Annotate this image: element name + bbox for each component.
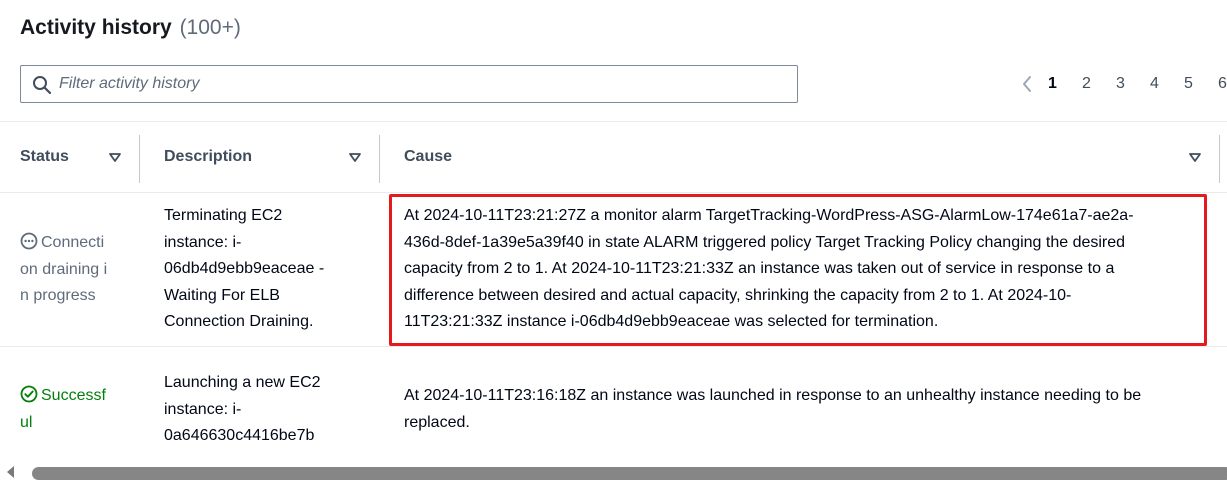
status-successful: Successf ul [20, 383, 140, 436]
check-circle-icon [20, 385, 38, 403]
cause-cell: At 2024-10-11T23:16:18Z an instance was … [404, 383, 1214, 436]
table-row: Connecti on draining i n progress Termin… [0, 193, 1227, 347]
cause-line: At 2024-10-11T23:16:18Z an instance was … [404, 387, 1142, 404]
column-label-description: Description [164, 148, 253, 165]
status-text-line: Connecti [41, 234, 105, 251]
description-line: Connection Draining. [164, 313, 314, 330]
column-label-cause: Cause [404, 148, 453, 165]
description-line: Launching a new EC2 [164, 374, 321, 391]
status-text-line: on draining i [20, 260, 108, 278]
scroll-left-arrow-icon[interactable] [7, 466, 14, 478]
title-text: Activity history [20, 16, 172, 39]
cause-line: difference between desired and actual ca… [404, 286, 1072, 304]
status-cell: Successf ul [20, 383, 140, 436]
sort-filter-caret-icon[interactable] [349, 153, 361, 162]
page-1-button[interactable]: 1 [1048, 75, 1082, 93]
pagination: 1 2 3 4 5 6 [1016, 72, 1227, 96]
column-header-status[interactable]: Status [20, 122, 130, 192]
scrollbar-thumb[interactable] [32, 467, 1227, 480]
horizontal-scrollbar[interactable] [0, 460, 1227, 486]
page-6-button[interactable]: 6 [1218, 75, 1227, 93]
ellipsis-circle-icon [20, 232, 38, 250]
page-4-button[interactable]: 4 [1150, 75, 1184, 93]
status-text-line: Successf [41, 387, 106, 404]
page-5-button[interactable]: 5 [1184, 75, 1218, 93]
column-label-status: Status [20, 148, 69, 165]
description-cell: Terminating EC2 instance: i- 06db4d9ebb9… [164, 203, 374, 336]
search-icon [33, 76, 52, 95]
cause-line: At 2024-10-11T23:21:27Z a monitor alarm … [404, 207, 1134, 224]
description-line: instance: i- [164, 233, 242, 251]
cause-line: 436d-8def-1a39e5a39f40 in state ALARM tr… [404, 233, 1126, 251]
sort-filter-caret-icon[interactable] [1189, 153, 1201, 162]
activity-count: (100+) [179, 16, 241, 39]
sort-filter-caret-icon[interactable] [109, 153, 121, 162]
status-text-line: ul [20, 413, 33, 431]
status-text-line: n progress [20, 287, 96, 304]
column-resizer[interactable] [139, 135, 140, 183]
cause-cell: At 2024-10-11T23:21:27Z a monitor alarm … [404, 203, 1214, 336]
column-resizer[interactable] [379, 135, 380, 183]
page-2-button[interactable]: 2 [1082, 75, 1116, 93]
column-resizer[interactable] [1219, 135, 1220, 183]
filter-input[interactable] [59, 67, 779, 101]
description-line: Waiting For ELB [164, 286, 280, 304]
column-header-description[interactable]: Description [164, 122, 374, 192]
status-cell: Connecti on draining i n progress [20, 230, 140, 310]
filter-activity-search[interactable] [20, 65, 798, 103]
status-in-progress: Connecti on draining i n progress [20, 230, 140, 310]
chevron-left-icon [1023, 76, 1031, 92]
cause-line: capacity from 2 to 1. At 2024-10-11T23:2… [404, 260, 1115, 277]
table-header: Status Description Cause [0, 121, 1227, 193]
description-line: 06db4d9ebb9eaceae - [164, 260, 325, 277]
table-row: Successf ul Launching a new EC2 instance… [0, 347, 1227, 460]
description-line: Terminating EC2 [164, 207, 283, 224]
description-cell: Launching a new EC2 instance: i- 0a64663… [164, 370, 374, 450]
description-line: 0a646630c4416be7b [164, 427, 315, 444]
description-line: instance: i- [164, 400, 242, 418]
previous-page-button[interactable] [1016, 72, 1038, 96]
column-header-cause[interactable]: Cause [404, 122, 1204, 192]
cause-line: 11T23:21:33Z instance i-06db4d9ebb9eacea… [404, 313, 939, 330]
cause-line: replaced. [404, 413, 470, 431]
page-title: Activity history (100+) [20, 16, 241, 40]
page-3-button[interactable]: 3 [1116, 75, 1150, 93]
